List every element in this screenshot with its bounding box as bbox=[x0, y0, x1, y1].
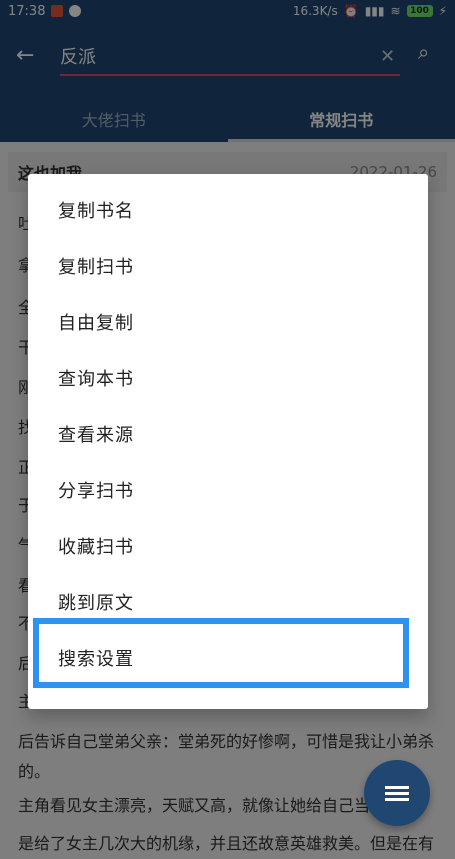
menu-item-copy-scan[interactable]: 复制扫书 bbox=[58, 240, 134, 296]
menu-item-jump-to-original[interactable]: 跳到原文 bbox=[58, 576, 134, 632]
context-menu-dialog: 复制书名 复制扫书 自由复制 查询本书 查看来源 分享扫书 收藏扫书 跳到原文 … bbox=[28, 174, 428, 709]
menu-item-favorite-scan[interactable]: 收藏扫书 bbox=[58, 520, 134, 576]
menu-item-share-scan[interactable]: 分享扫书 bbox=[58, 464, 134, 520]
menu-fab-button[interactable] bbox=[364, 760, 430, 826]
menu-item-view-source[interactable]: 查看来源 bbox=[58, 408, 134, 464]
menu-item-query-book[interactable]: 查询本书 bbox=[58, 352, 134, 408]
menu-item-search-settings[interactable]: 搜索设置 bbox=[58, 632, 134, 688]
menu-item-copy-title[interactable]: 复制书名 bbox=[58, 184, 134, 240]
app-screen: 17:38 16.3K/s ⏰ ▮▮▮ ≋ 100 ⚡ ← ✕ ⌕ 大佬扫书 常… bbox=[0, 0, 455, 859]
menu-item-free-copy[interactable]: 自由复制 bbox=[58, 296, 134, 352]
